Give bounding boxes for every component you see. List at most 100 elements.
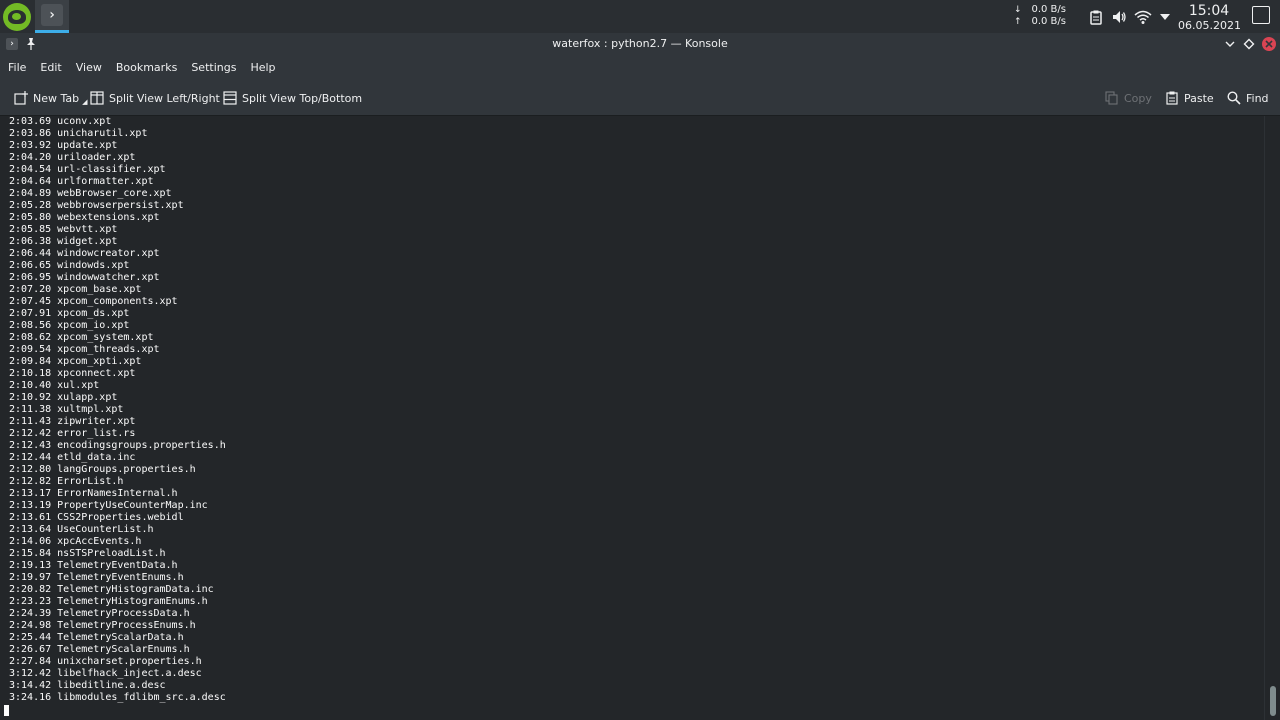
terminal-line: 2:15.84 nsSTSPreloadList.h: [9, 548, 166, 559]
menu-settings[interactable]: Settings: [184, 56, 243, 79]
terminal-line: 2:12.44 etld_data.inc: [9, 452, 136, 463]
terminal-line: 2:08.56 xpcom_io.xpt: [9, 320, 130, 331]
terminal-line: 2:13.19 PropertyUseCounterMap.inc: [9, 500, 208, 511]
copy-label: Copy: [1124, 91, 1152, 105]
menu-help[interactable]: Help: [243, 56, 282, 79]
terminal-line: 2:24.39 TelemetryProcessData.h: [9, 608, 190, 619]
volume-icon[interactable]: [1111, 9, 1127, 25]
terminal-line: 2:24.98 TelemetryProcessEnums.h: [9, 620, 196, 631]
terminal-line: 2:13.17 ErrorNamesInternal.h: [9, 488, 178, 499]
terminal-cursor: [4, 705, 9, 716]
terminal-line: 2:11.43 zipwriter.xpt: [9, 416, 136, 427]
terminal-line: 2:12.42 error_list.rs: [9, 428, 136, 439]
net-up-value: 0.0 B/s: [1031, 16, 1066, 27]
scrollbar-thumb[interactable]: [1270, 686, 1276, 716]
terminal-line: 2:07.20 xpcom_base.xpt: [9, 284, 142, 295]
new-tab-label: New Tab: [33, 91, 80, 105]
terminal-line: 2:07.91 xpcom_ds.xpt: [9, 308, 130, 319]
terminal-line: 2:05.85 webvtt.xpt: [9, 224, 118, 235]
terminal-line: 2:07.45 xpcom_components.xpt: [9, 296, 178, 307]
terminal-line: 3:12.42 libelfhack_inject.a.desc: [9, 668, 202, 679]
terminal-line: 2:12.82 ErrorList.h: [9, 476, 124, 487]
terminal-line: 2:09.54 xpcom_threads.xpt: [9, 344, 160, 355]
paste-button[interactable]: Paste: [1165, 89, 1214, 107]
terminal-line: 2:04.64 urlformatter.xpt: [9, 176, 154, 187]
terminal-line: 2:14.06 xpcAccEvents.h: [9, 536, 142, 547]
terminal-line: 2:04.89 webBrowser_core.xpt: [9, 188, 172, 199]
maximize-button[interactable]: [1242, 37, 1256, 51]
terminal-output[interactable]: 2:03.69 uconv.xpt 2:03.86 unicharutil.xpt…: [0, 116, 1264, 720]
wifi-icon[interactable]: [1134, 9, 1152, 25]
upload-arrow-icon: ↑: [1014, 17, 1022, 27]
terminal-line: 2:03.92 update.xpt: [9, 140, 118, 151]
copy-button[interactable]: Copy: [1105, 89, 1152, 107]
clock[interactable]: 15:04 06.05.2021: [1178, 3, 1241, 32]
terminal-line: 2:06.95 windowwatcher.xpt: [9, 272, 160, 283]
terminal-lines: 2:03.69 uconv.xpt 2:03.86 unicharutil.xpt…: [9, 116, 226, 704]
split-left-right-icon: [90, 91, 104, 105]
copy-icon: [1105, 91, 1119, 105]
paste-label: Paste: [1184, 91, 1214, 105]
find-button[interactable]: Find: [1227, 89, 1269, 107]
terminal-line: 2:10.92 xulapp.xpt: [9, 392, 118, 403]
menu-bar: File Edit View Bookmarks Settings Help: [0, 56, 1280, 79]
terminal-line: 2:25.44 TelemetryScalarData.h: [9, 632, 184, 643]
terminal-line: 2:06.44 windowcreator.xpt: [9, 248, 160, 259]
show-desktop-icon[interactable]: [1252, 6, 1270, 24]
toolbar: New Tab ◢ Split View Left/Right Split Vi…: [0, 79, 1280, 116]
terminal-line: 2:12.80 langGroups.properties.h: [9, 464, 196, 475]
terminal-line: 2:05.80 webextensions.xpt: [9, 212, 160, 223]
konsole-task-button[interactable]: ›: [35, 0, 69, 33]
menu-file[interactable]: File: [1, 56, 33, 79]
clipboard-icon[interactable]: [1088, 9, 1104, 25]
terminal-line: 2:08.62 xpcom_system.xpt: [9, 332, 154, 343]
terminal-line: 2:11.38 xultmpl.xpt: [9, 404, 124, 415]
tray-expand-icon[interactable]: [1157, 9, 1173, 25]
terminal-line: 2:20.82 TelemetryHistogramData.inc: [9, 584, 214, 595]
terminal-line: 2:19.97 TelemetryEventEnums.h: [9, 572, 184, 583]
terminal-line: 2:10.40 xul.xpt: [9, 380, 100, 391]
window-title: waterfox : python2.7 — Konsole: [552, 37, 728, 50]
terminal-line: 2:04.54 url-classifier.xpt: [9, 164, 166, 175]
clock-time: 15:04: [1188, 3, 1230, 19]
minimize-button[interactable]: [1223, 37, 1237, 51]
split-top-bottom-icon: [223, 91, 237, 105]
search-icon: [1227, 91, 1241, 105]
menu-view[interactable]: View: [69, 56, 109, 79]
clock-date: 06.05.2021: [1178, 19, 1241, 32]
terminal-line: 2:27.84 unixcharset.properties.h: [9, 656, 202, 667]
net-down-value: 0.0 B/s: [1031, 4, 1066, 15]
network-speed-monitor[interactable]: ↓ 0.0 B/s ↑ 0.0 B/s: [1014, 4, 1066, 28]
terminal-line: 2:23.23 TelemetryHistogramEnums.h: [9, 596, 208, 607]
terminal-line: 2:03.86 unicharutil.xpt: [9, 128, 148, 139]
close-button[interactable]: [1262, 37, 1276, 51]
new-tab-dropdown-icon[interactable]: ◢: [82, 98, 87, 106]
split-view-left-right-button[interactable]: Split View Left/Right: [90, 89, 220, 107]
menu-edit[interactable]: Edit: [33, 56, 68, 79]
terminal-line: 2:26.67 TelemetryScalarEnums.h: [9, 644, 190, 655]
terminal-line: 2:13.61 CSS2Properties.webidl: [9, 512, 184, 523]
menu-bookmarks[interactable]: Bookmarks: [109, 56, 184, 79]
terminal-line: 2:12.43 encodingsgroups.properties.h: [9, 440, 226, 451]
opensuse-launcher-icon[interactable]: [3, 3, 31, 31]
new-tab-button[interactable]: New Tab ◢: [14, 89, 88, 107]
window-titlebar[interactable]: › waterfox : python2.7 — Konsole: [0, 33, 1280, 56]
paste-icon: [1165, 91, 1179, 105]
terminal-line: 2:05.28 webbrowserpersist.xpt: [9, 200, 184, 211]
split-view-top-bottom-button[interactable]: Split View Top/Bottom: [223, 89, 362, 107]
terminal-line: 2:04.20 uriloader.xpt: [9, 152, 136, 163]
terminal-line: 2:09.84 xpcom_xpti.xpt: [9, 356, 142, 367]
terminal-line: 2:03.69 uconv.xpt: [9, 116, 112, 127]
new-tab-icon: [14, 91, 28, 105]
terminal-line: 2:10.18 xpconnect.xpt: [9, 368, 136, 379]
find-label: Find: [1246, 91, 1269, 105]
terminal-line: 3:14.42 libeditline.a.desc: [9, 680, 166, 691]
terminal-line: 2:13.64 UseCounterList.h: [9, 524, 154, 535]
split-view-top-bottom-label: Split View Top/Bottom: [242, 91, 363, 105]
terminal-scrollbar[interactable]: [1264, 116, 1280, 720]
terminal-line: 2:19.13 TelemetryEventData.h: [9, 560, 178, 571]
top-panel: › ↓ 0.0 B/s ↑ 0.0 B/s 15:04 06.05.2021: [0, 0, 1280, 33]
terminal-line: 2:06.38 widget.xpt: [9, 236, 118, 247]
split-view-left-right-label: Split View Left/Right: [109, 91, 220, 105]
terminal-line: 3:24.16 libmodules_fdlibm_src.a.desc: [9, 692, 226, 703]
